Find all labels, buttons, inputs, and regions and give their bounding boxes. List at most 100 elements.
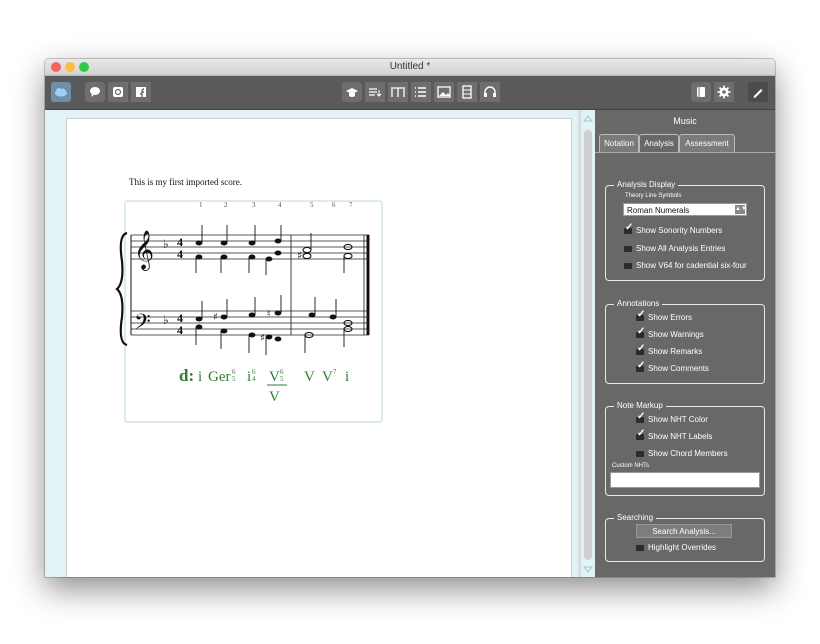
svg-text:𝄢: 𝄢 bbox=[134, 310, 151, 340]
measure-number: 5 bbox=[310, 201, 314, 209]
option-label: Show Chord Members bbox=[648, 449, 728, 458]
figure: 4 bbox=[252, 375, 256, 383]
group-label: Annotations bbox=[614, 299, 663, 309]
svg-text:4: 4 bbox=[177, 323, 183, 337]
group-label: Searching bbox=[614, 513, 657, 523]
analysis-rn: i bbox=[247, 369, 251, 385]
svg-text:♯: ♯ bbox=[260, 333, 265, 344]
show-remarks-checkbox[interactable]: Show Remarks bbox=[636, 343, 703, 356]
analysis-line: d: i Ger 6 5 i 6 4 V 6 5 V V V 7 i bbox=[179, 366, 349, 405]
analysis-rn: V bbox=[269, 389, 280, 405]
option-label: Show Comments bbox=[648, 364, 709, 373]
checkbox-icon bbox=[636, 450, 644, 457]
option-label: Show Sonority Numbers bbox=[636, 226, 723, 235]
email-icon[interactable] bbox=[108, 82, 128, 102]
cloud-icon[interactable] bbox=[51, 82, 71, 102]
option-label: Show Remarks bbox=[648, 347, 703, 356]
option-label: Show Warnings bbox=[648, 330, 704, 339]
pencil-icon[interactable] bbox=[748, 82, 768, 102]
show-sonority-numbers-checkbox[interactable]: Show Sonority Numbers bbox=[624, 222, 723, 235]
checkbox-icon bbox=[624, 245, 632, 252]
show-errors-checkbox[interactable]: Show Errors bbox=[636, 309, 692, 322]
checkbox-icon bbox=[636, 411, 645, 423]
option-label: Show NHT Color bbox=[648, 415, 708, 424]
chevron-updown-icon: ▲▼ bbox=[735, 205, 747, 214]
measure-number: 2 bbox=[224, 201, 228, 209]
scrollbar-thumb[interactable] bbox=[584, 130, 592, 560]
show-all-analysis-entries-checkbox[interactable]: Show All Analysis Entries bbox=[624, 244, 725, 253]
highlight-overrides-checkbox[interactable]: Highlight Overrides bbox=[636, 543, 716, 552]
checkbox-icon bbox=[636, 326, 645, 338]
film-icon[interactable] bbox=[457, 82, 477, 102]
score-caption: This is my first imported score. bbox=[129, 177, 242, 187]
checkbox-icon bbox=[636, 360, 645, 372]
checkbox-icon bbox=[624, 262, 632, 269]
checkbox-icon bbox=[636, 343, 645, 355]
measure-number: 1 bbox=[199, 201, 203, 209]
svg-text:♮: ♮ bbox=[267, 309, 271, 320]
svg-text:♭: ♭ bbox=[163, 313, 169, 327]
inspector-panel: Music Notation Analysis Assessment Analy… bbox=[595, 110, 775, 577]
figure: 5 bbox=[280, 375, 284, 383]
score-system[interactable]: 1 2 3 4 5 6 7 𝄞 𝄢 ♭ ♭ 44 44 ♯ ♯ ♮ ♯ d: i… bbox=[107, 193, 407, 433]
show-nht-color-checkbox[interactable]: Show NHT Color bbox=[636, 411, 708, 424]
theory-line-label: Theory Line Symbols bbox=[625, 193, 682, 199]
scroll-up-icon[interactable] bbox=[581, 112, 595, 126]
title-bar: Untitled * bbox=[45, 59, 775, 76]
comment-icon[interactable] bbox=[85, 82, 105, 102]
toolbar bbox=[45, 76, 775, 110]
option-label: Show NHT Labels bbox=[648, 432, 713, 441]
window-title: Untitled * bbox=[389, 61, 431, 72]
custom-nhts-label: Custom NHTs bbox=[612, 463, 650, 469]
measure-number: 7 bbox=[349, 201, 353, 209]
facebook-icon[interactable] bbox=[131, 82, 151, 102]
headphones-icon[interactable] bbox=[480, 82, 500, 102]
svg-text:𝄞: 𝄞 bbox=[134, 230, 154, 271]
analysis-rn: V bbox=[269, 369, 280, 385]
show-v64-checkbox[interactable]: Show V64 for cadential six-four bbox=[624, 261, 747, 270]
svg-text:♭: ♭ bbox=[163, 237, 169, 251]
vertical-scrollbar[interactable] bbox=[580, 110, 595, 577]
tab-analysis[interactable]: Analysis bbox=[639, 134, 679, 152]
analysis-rn: i bbox=[345, 369, 349, 385]
theory-line-select[interactable]: Roman Numerals ▲▼ bbox=[623, 203, 747, 216]
analysis-display-group: Analysis Display Theory Line Symbols Rom… bbox=[605, 180, 765, 281]
show-chord-members-checkbox[interactable]: Show Chord Members bbox=[636, 449, 728, 458]
list-sort-icon[interactable] bbox=[365, 82, 385, 102]
scroll-down-icon[interactable] bbox=[581, 562, 595, 576]
text-icon[interactable] bbox=[388, 82, 408, 102]
group-label: Analysis Display bbox=[614, 180, 679, 190]
analysis-rn: Ger bbox=[208, 369, 231, 385]
score-page: This is my first imported score. 1 2 3 4… bbox=[66, 118, 572, 577]
svg-text:4: 4 bbox=[177, 247, 183, 261]
show-nht-labels-checkbox[interactable]: Show NHT Labels bbox=[636, 428, 713, 441]
select-value: Roman Numerals bbox=[627, 206, 690, 215]
search-analysis-button[interactable]: Search Analysis... bbox=[636, 524, 732, 538]
figure: 7 bbox=[333, 368, 337, 376]
image-icon[interactable] bbox=[434, 82, 454, 102]
tab-assessment[interactable]: Assessment bbox=[679, 134, 735, 152]
analysis-rn: V bbox=[304, 369, 315, 385]
group-label: Note Markup bbox=[614, 401, 666, 411]
svg-text:♯: ♯ bbox=[297, 249, 302, 262]
option-label: Show All Analysis Entries bbox=[636, 244, 726, 253]
app-window: Untitled * This is my first imported sco… bbox=[45, 59, 775, 577]
custom-nhts-input[interactable] bbox=[610, 472, 760, 488]
score-view: This is my first imported score. 1 2 3 4… bbox=[45, 110, 578, 577]
graduation-cap-icon[interactable] bbox=[342, 82, 362, 102]
list-icon[interactable] bbox=[411, 82, 431, 102]
checkbox-icon bbox=[624, 222, 633, 234]
panel-title: Music bbox=[673, 116, 697, 126]
checkbox-icon bbox=[636, 428, 645, 440]
book-icon[interactable] bbox=[691, 82, 711, 102]
analysis-rn: V bbox=[322, 369, 333, 385]
show-comments-checkbox[interactable]: Show Comments bbox=[636, 360, 709, 373]
figure: 5 bbox=[232, 375, 236, 383]
show-warnings-checkbox[interactable]: Show Warnings bbox=[636, 326, 704, 339]
analysis-key: d: bbox=[179, 366, 194, 385]
gear-icon[interactable] bbox=[714, 82, 734, 102]
option-label: Show V64 for cadential six-four bbox=[636, 261, 747, 270]
analysis-rn: i bbox=[198, 369, 202, 385]
annotations-group: Annotations Show Errors Show Warnings Sh… bbox=[605, 299, 765, 384]
tab-notation[interactable]: Notation bbox=[599, 134, 639, 152]
